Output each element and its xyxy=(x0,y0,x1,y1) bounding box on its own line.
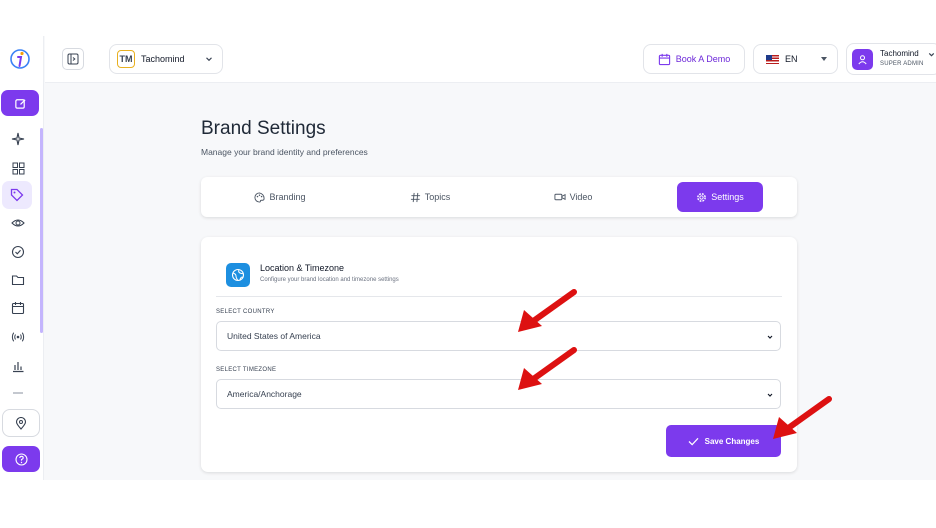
tab-video-label: Video xyxy=(569,192,593,202)
video-icon xyxy=(554,193,566,201)
app-logo xyxy=(10,49,30,69)
page-title: Brand Settings xyxy=(201,118,326,139)
save-changes-button[interactable]: Save Changes xyxy=(666,425,781,457)
gear-icon xyxy=(697,192,707,202)
tag-icon xyxy=(10,188,24,202)
sidebar-item-more[interactable] xyxy=(8,382,28,402)
annotation-arrow-icon xyxy=(773,396,832,439)
help-circle-icon xyxy=(14,452,28,466)
us-flag-icon xyxy=(766,54,779,64)
avatar xyxy=(852,49,873,70)
user-icon xyxy=(858,55,867,65)
annotation-arrow-icon xyxy=(518,347,577,390)
broadcast-icon xyxy=(11,332,25,342)
panel-toggle-icon xyxy=(67,53,79,65)
card-title: Location & Timezone xyxy=(260,263,345,273)
check-icon xyxy=(688,437,699,446)
create-button[interactable] xyxy=(1,90,39,116)
caret-down-icon xyxy=(821,57,827,61)
hash-icon xyxy=(410,192,420,202)
eye-icon xyxy=(11,219,25,227)
settings-tabs: Branding Topics Video Settings xyxy=(201,177,797,217)
minus-icon xyxy=(13,392,23,394)
help-button[interactable] xyxy=(2,446,40,472)
timezone-value: America/Anchorage xyxy=(227,389,302,399)
timezone-select[interactable]: America/Anchorage xyxy=(216,379,781,409)
sidebar-item-library[interactable] xyxy=(8,270,28,290)
page-subtitle: Manage your brand identity and preferenc… xyxy=(201,147,368,157)
folder-icon xyxy=(11,275,25,286)
sparkle-icon xyxy=(11,132,25,146)
language-label: EN xyxy=(785,54,798,64)
tab-topics-label: Topics xyxy=(424,192,451,202)
sidebar-item-brand[interactable] xyxy=(2,181,32,209)
edit-icon xyxy=(14,98,26,109)
tab-branding-label: Branding xyxy=(269,192,306,202)
globe-icon xyxy=(226,263,250,287)
tab-settings-label: Settings xyxy=(711,192,744,202)
sidebar-item-analytics[interactable] xyxy=(8,356,28,376)
card-subtitle: Configure your brand location and timezo… xyxy=(260,277,399,283)
chevron-down-icon xyxy=(767,335,773,339)
chevron-down-icon xyxy=(928,53,935,57)
user-menu[interactable]: Tachomind SUPER ADMIN xyxy=(846,43,936,75)
palette-icon xyxy=(255,191,266,203)
app-frame: TM Tachomind Book A Demo EN Tachomind SU… xyxy=(0,36,936,480)
annotation-arrow-icon xyxy=(518,289,577,332)
save-changes-label: Save Changes xyxy=(704,436,760,446)
topbar: TM Tachomind Book A Demo EN Tachomind SU… xyxy=(45,36,936,83)
tab-branding[interactable]: Branding xyxy=(216,182,344,212)
card-divider xyxy=(216,296,782,297)
country-select[interactable]: United States of America xyxy=(216,321,781,351)
sidebar-item-preview[interactable] xyxy=(8,213,28,233)
sidebar-item-broadcast[interactable] xyxy=(8,327,28,347)
calendar-icon xyxy=(658,53,670,65)
bar-chart-icon xyxy=(13,362,24,373)
brand-selector[interactable]: TM Tachomind xyxy=(109,44,223,74)
timezone-label: SELECT TIMEZONE xyxy=(216,367,277,373)
tab-video[interactable]: Video xyxy=(509,182,637,212)
location-timezone-card: Location & Timezone Configure your brand… xyxy=(201,237,797,472)
check-circle-icon xyxy=(11,245,25,259)
country-label: SELECT COUNTRY xyxy=(216,309,275,315)
location-button[interactable] xyxy=(2,409,40,437)
sidebar-item-calendar[interactable] xyxy=(8,298,28,318)
brand-name: Tachomind xyxy=(141,54,185,64)
tab-topics[interactable]: Topics xyxy=(366,182,494,212)
sidebar-item-ai[interactable] xyxy=(8,129,28,149)
user-name: Tachomind xyxy=(880,49,919,58)
book-demo-label: Book A Demo xyxy=(675,54,731,64)
chevron-down-icon xyxy=(206,57,212,62)
tab-settings[interactable]: Settings xyxy=(677,182,763,212)
sidebar-scrollbar[interactable] xyxy=(40,128,43,333)
grid-icon xyxy=(12,162,24,174)
book-demo-button[interactable]: Book A Demo xyxy=(643,44,745,74)
country-value: United States of America xyxy=(227,331,321,341)
user-role: SUPER ADMIN xyxy=(880,61,924,67)
sidebar-toggle-button[interactable] xyxy=(62,48,84,70)
sidebar-item-approvals[interactable] xyxy=(8,242,28,262)
sidebar-item-dashboard[interactable] xyxy=(8,158,28,178)
map-pin-icon xyxy=(15,416,27,430)
calendar-icon xyxy=(11,302,25,315)
brand-badge: TM xyxy=(117,50,135,68)
language-selector[interactable]: EN xyxy=(753,44,838,74)
sidebar xyxy=(0,36,44,480)
